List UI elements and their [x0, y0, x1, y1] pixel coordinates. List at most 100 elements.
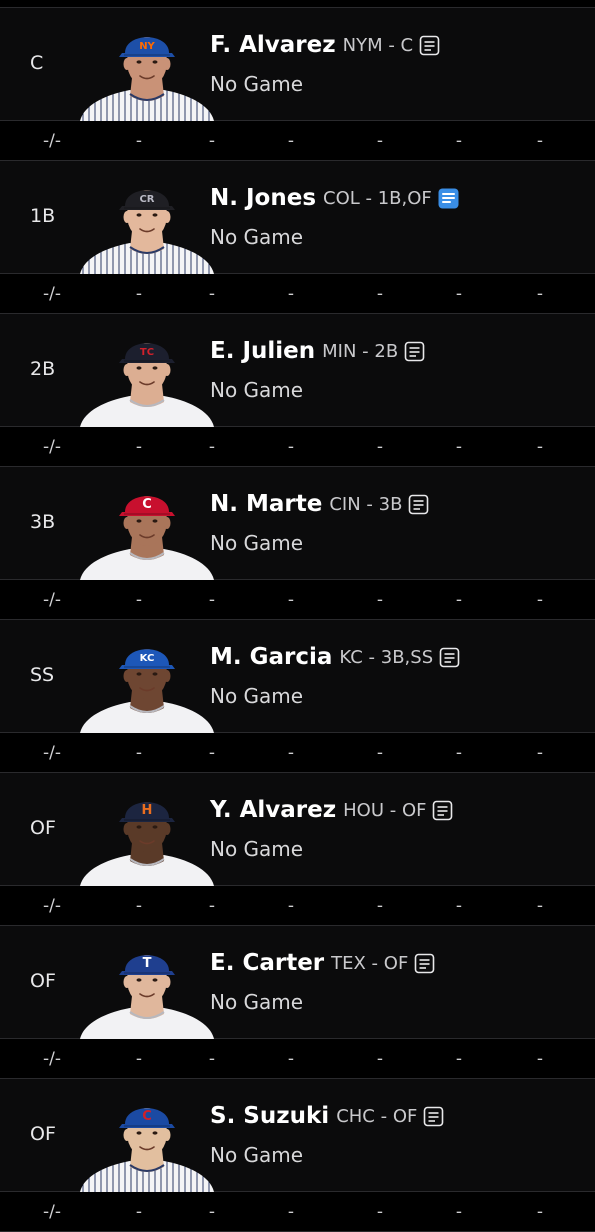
player-name[interactable]: Y. Alvarez	[210, 797, 336, 823]
player-name-line: N. Jones COL - 1B,OF	[210, 185, 459, 211]
stat-value: -	[208, 1202, 216, 1222]
player-row[interactable]: C NY F. Alvarez NYM - C No Game	[0, 8, 595, 121]
note-icon[interactable]	[404, 341, 425, 362]
stat-value: -	[287, 437, 295, 457]
player-name[interactable]: N. Marte	[210, 491, 322, 517]
svg-text:KC: KC	[140, 653, 155, 664]
player-headshot[interactable]: TC	[80, 326, 214, 427]
stat-value: -	[536, 743, 544, 763]
stat-row: -/- - - - - - -	[0, 886, 595, 926]
svg-text:NY: NY	[139, 41, 155, 52]
team-position: HOU - OF	[343, 799, 427, 821]
stat-value: -	[536, 1049, 544, 1069]
stat-value: -	[287, 131, 295, 151]
note-icon[interactable]	[419, 35, 440, 56]
player-row[interactable]: 2B TC E. Julien MIN - 2B No Game	[0, 314, 595, 427]
position-label[interactable]: OF	[30, 1123, 56, 1145]
stat-hab: -/-	[43, 131, 61, 151]
player-row[interactable]: SS KC M. Garcia KC - 3B,SS No Game	[0, 620, 595, 733]
svg-text:C: C	[142, 1109, 152, 1124]
stat-value: -	[376, 1049, 384, 1069]
player-headshot[interactable]: C	[80, 1091, 214, 1192]
stat-value: -	[376, 131, 384, 151]
note-icon[interactable]	[408, 494, 429, 515]
stat-value: -	[455, 743, 463, 763]
player-headshot[interactable]: C	[80, 479, 214, 580]
position-label[interactable]: OF	[30, 817, 56, 839]
game-status: No Game	[210, 837, 304, 861]
player-headshot[interactable]: KC	[80, 632, 214, 733]
stat-value: -	[135, 284, 143, 304]
stat-hab: -/-	[43, 743, 61, 763]
svg-text:H: H	[142, 803, 153, 818]
stat-value: -	[536, 590, 544, 610]
stat-value: -	[287, 1049, 295, 1069]
game-status: No Game	[210, 684, 304, 708]
svg-text:T: T	[143, 956, 152, 971]
stat-row: -/- - - - - - -	[0, 427, 595, 467]
player-row[interactable]: 1B CR N. Jones COL - 1B,OF No Game	[0, 161, 595, 274]
player-name[interactable]: S. Suzuki	[210, 1103, 329, 1129]
team-position: COL - 1B,OF	[323, 187, 432, 209]
stat-value: -	[135, 896, 143, 916]
stat-value: -	[287, 284, 295, 304]
position-label[interactable]: SS	[30, 664, 54, 686]
team-position: MIN - 2B	[322, 340, 399, 362]
player-name[interactable]: E. Julien	[210, 338, 315, 364]
position-label[interactable]: 1B	[30, 205, 55, 227]
stat-value: -	[208, 896, 216, 916]
roster-slot: C NY F. Alvarez NYM - C No Game -/- - - - - - -	[0, 8, 595, 161]
player-headshot[interactable]: NY	[80, 20, 214, 121]
stat-value: -	[455, 1202, 463, 1222]
svg-text:CR: CR	[139, 194, 154, 205]
player-headshot[interactable]: CR	[80, 173, 214, 274]
stat-value: -	[536, 437, 544, 457]
player-headshot[interactable]: H	[80, 785, 214, 886]
note-icon[interactable]	[432, 800, 453, 821]
note-active-icon[interactable]	[438, 188, 459, 209]
stat-value: -	[376, 896, 384, 916]
roster-slot: 3B C N. Marte CIN - 3B No Game -/- - - - - - -	[0, 467, 595, 620]
stat-value: -	[135, 743, 143, 763]
stat-value: -	[455, 284, 463, 304]
team-position: NYM - C	[342, 34, 414, 56]
player-row[interactable]: OF C S. Suzuki CHC - OF No Game	[0, 1079, 595, 1192]
svg-text:C: C	[142, 497, 152, 512]
position-label[interactable]: C	[30, 52, 43, 74]
player-row[interactable]: 3B C N. Marte CIN - 3B No Game	[0, 467, 595, 580]
player-name-line: N. Marte CIN - 3B	[210, 491, 429, 517]
stat-hab: -/-	[43, 1049, 61, 1069]
position-label[interactable]: 2B	[30, 358, 55, 380]
stat-value: -	[208, 743, 216, 763]
game-status: No Game	[210, 531, 304, 555]
stat-value: -	[135, 1049, 143, 1069]
player-name-line: E. Julien MIN - 2B	[210, 338, 425, 364]
note-icon[interactable]	[439, 647, 460, 668]
player-name-line: F. Alvarez NYM - C	[210, 32, 440, 58]
stat-value: -	[208, 437, 216, 457]
position-label[interactable]: OF	[30, 970, 56, 992]
player-headshot[interactable]: T	[80, 938, 214, 1039]
player-row[interactable]: OF T E. Carter TEX - OF No Game	[0, 926, 595, 1039]
roster-slot: 1B CR N. Jones COL - 1B,OF No Game -/- - - - - - -	[0, 161, 595, 314]
player-name[interactable]: M. Garcia	[210, 644, 332, 670]
stat-value: -	[455, 896, 463, 916]
stat-row: -/- - - - - - -	[0, 121, 595, 161]
top-divider	[0, 0, 595, 8]
roster-slot: OF T E. Carter TEX - OF No Game -/- - - - - - -	[0, 926, 595, 1079]
roster-slot: 2B TC E. Julien MIN - 2B No Game -/- - - - - - -	[0, 314, 595, 467]
stat-value: -	[376, 743, 384, 763]
roster-slot: SS KC M. Garcia KC - 3B,SS No Game -/- - - - - - -	[0, 620, 595, 773]
note-icon[interactable]	[414, 953, 435, 974]
note-icon[interactable]	[423, 1106, 444, 1127]
player-name[interactable]: F. Alvarez	[210, 32, 336, 58]
stat-value: -	[208, 131, 216, 151]
stat-row: -/- - - - - - -	[0, 1039, 595, 1079]
position-label[interactable]: 3B	[30, 511, 55, 533]
player-name[interactable]: N. Jones	[210, 185, 316, 211]
player-name[interactable]: E. Carter	[210, 950, 324, 976]
stat-value: -	[208, 590, 216, 610]
stat-value: -	[376, 1202, 384, 1222]
player-name-line: M. Garcia KC - 3B,SS	[210, 644, 460, 670]
player-row[interactable]: OF H Y. Alvarez HOU - OF No Game	[0, 773, 595, 886]
